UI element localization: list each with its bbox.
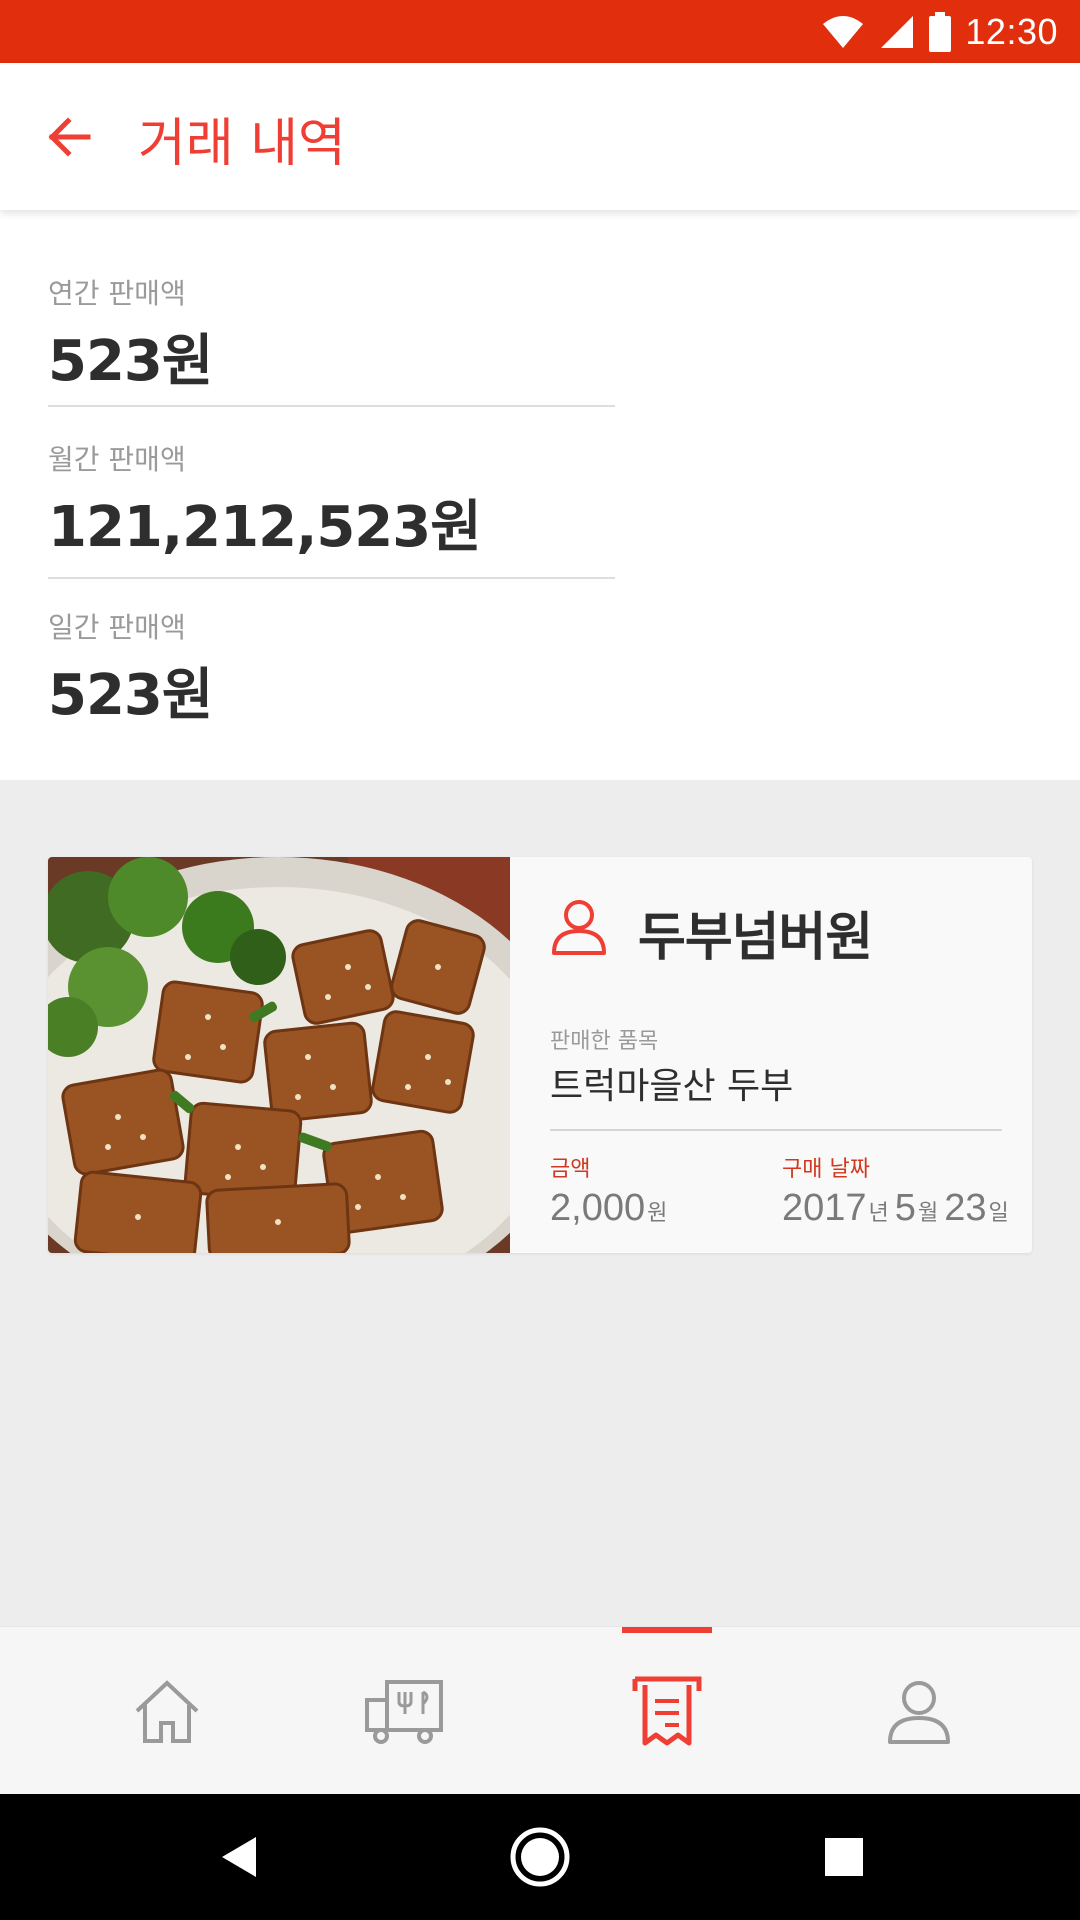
clock: 12:30 — [965, 10, 1058, 52]
monthly-sales: 월간 판매액 121,212,523원 — [48, 438, 615, 563]
app-bar: 거래 내역 — [0, 63, 1080, 210]
food-truck-icon — [365, 1680, 443, 1744]
date-month: 5 — [894, 1187, 916, 1229]
date-month-unit: 월 — [917, 1201, 939, 1226]
daily-sales-value: 523원 — [48, 663, 213, 728]
sales-summary: 연간 판매액 523원 월간 판매액 121,212,523원 일간 판매액 5… — [0, 210, 1080, 780]
back-button[interactable] — [38, 105, 102, 169]
nav-home[interactable] — [97, 1627, 237, 1795]
price-unit: 원 — [647, 1201, 668, 1226]
price-label: 금액 — [550, 1157, 591, 1182]
nav-transactions[interactable] — [597, 1627, 737, 1795]
back-triangle-icon — [222, 1837, 256, 1877]
date-label: 구매 날짜 — [782, 1157, 870, 1182]
system-nav-bar — [0, 1794, 1080, 1920]
profile-icon — [888, 1681, 950, 1744]
signal-icon — [881, 15, 914, 48]
yearly-sales: 연간 판매액 523원 — [48, 272, 615, 397]
battery-icon — [929, 11, 952, 52]
nav-profile[interactable] — [849, 1627, 989, 1795]
seller-name: 두부넘버원 — [638, 908, 873, 968]
date-day-unit: 일 — [988, 1201, 1009, 1226]
home-circle-icon — [510, 1827, 570, 1887]
user-icon — [552, 900, 606, 955]
item-label: 판매한 품목 — [550, 1029, 659, 1054]
fried-tofu-photo — [48, 857, 510, 1253]
arrow-back-icon — [48, 117, 91, 157]
home-icon — [135, 1680, 199, 1743]
transaction-card[interactable]: 두부넘버원 판매한 품목 트럭마을산 두부 금액 구매 날짜 2,000원 20… — [48, 857, 1032, 1253]
date-day: 23 — [944, 1187, 987, 1229]
item-name: 트럭마을산 두부 — [550, 1066, 794, 1107]
date-year-unit: 년 — [868, 1201, 889, 1226]
divider — [48, 577, 615, 579]
receipt-icon — [632, 1676, 702, 1746]
yearly-sales-value: 523원 — [48, 329, 213, 394]
divider — [550, 1129, 1002, 1131]
price-value: 2,000원 — [550, 1187, 673, 1230]
status-bar: 12:30 — [0, 0, 1080, 63]
divider — [48, 405, 615, 407]
bottom-nav — [0, 1626, 1080, 1794]
yearly-sales-label: 연간 판매액 — [48, 277, 186, 310]
page-title: 거래 내역 — [138, 114, 346, 174]
price-amount: 2,000 — [550, 1187, 646, 1229]
status-icons: 12:30 — [821, 0, 1058, 63]
system-recents-button[interactable] — [808, 1821, 880, 1893]
monthly-sales-value: 121,212,523원 — [48, 495, 482, 560]
wifi-icon — [823, 15, 864, 48]
recents-square-icon — [825, 1838, 863, 1876]
date-year: 2017 — [782, 1187, 867, 1229]
daily-sales: 일간 판매액 523원 — [48, 606, 615, 731]
transaction-list: 두부넘버원 판매한 품목 트럭마을산 두부 금액 구매 날짜 2,000원 20… — [0, 780, 1080, 1626]
system-home-button[interactable] — [504, 1821, 576, 1893]
daily-sales-label: 일간 판매액 — [48, 611, 186, 644]
monthly-sales-label: 월간 판매액 — [48, 443, 186, 476]
purchase-date: 2017년 5월 23일 — [782, 1187, 1015, 1230]
nav-food-truck[interactable] — [335, 1627, 475, 1795]
transaction-details: 두부넘버원 판매한 품목 트럭마을산 두부 금액 구매 날짜 2,000원 20… — [510, 857, 1032, 1253]
system-back-button[interactable] — [202, 1821, 274, 1893]
